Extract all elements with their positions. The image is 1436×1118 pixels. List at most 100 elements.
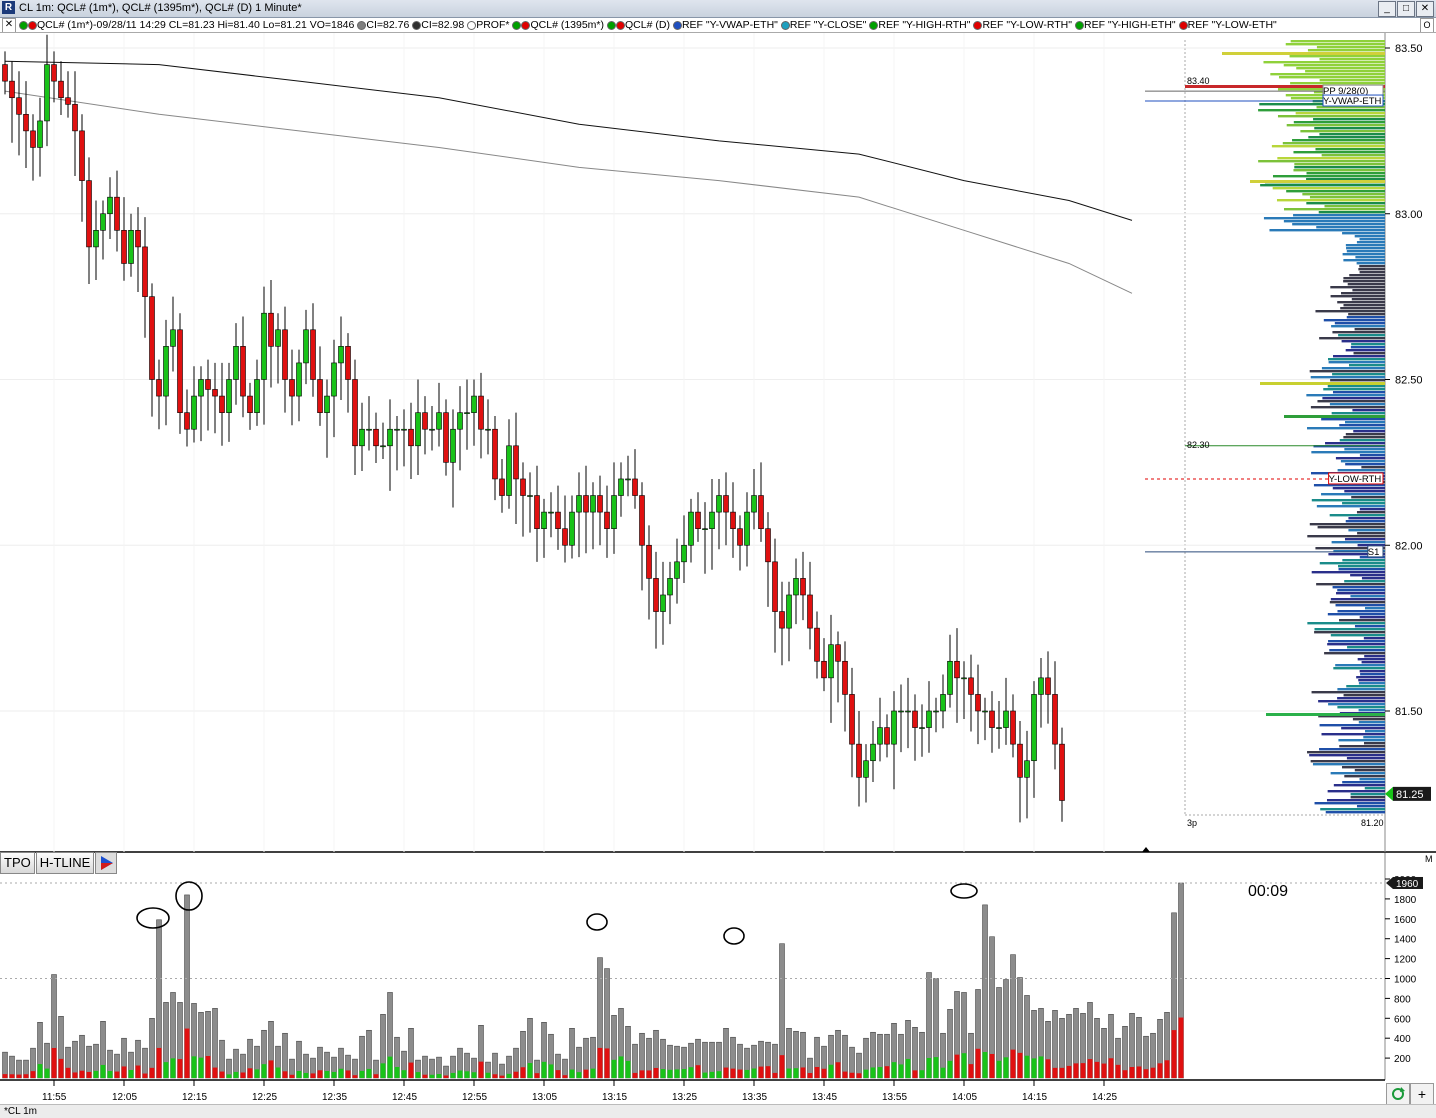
- legend-item[interactable]: QCL# (1395m*): [512, 19, 604, 31]
- volume-split-bar: [527, 1063, 533, 1078]
- volume-split-bar: [681, 1069, 687, 1078]
- play-arrow-icon[interactable]: [95, 852, 118, 874]
- volume-split-bar: [338, 1068, 344, 1078]
- candle-body: [2, 64, 8, 82]
- volume-profile-bar: [1347, 646, 1385, 649]
- ref-label-vwap: Y-VWAP-ETH: [1323, 96, 1382, 107]
- legend-item[interactable]: CI=82.76: [357, 19, 409, 31]
- volume-split-bar: [79, 1070, 85, 1078]
- volume-split-bar: [898, 1064, 904, 1078]
- volume-bar: [758, 1040, 764, 1079]
- candle-body: [149, 296, 155, 380]
- volume-profile-bar: [1327, 385, 1385, 388]
- candle-body: [1031, 694, 1037, 762]
- candle-body: [380, 445, 386, 448]
- volume-profile-bar: [1364, 607, 1385, 610]
- candle-body: [72, 104, 78, 132]
- volume-bar: [702, 1041, 708, 1079]
- volume-bar: [121, 1037, 127, 1079]
- volume-bar: [933, 978, 939, 1079]
- volume-profile-bar: [1327, 643, 1385, 646]
- time-tick-label: 13:35: [742, 1092, 767, 1103]
- volume-bar: [723, 1028, 729, 1079]
- volume-split-bar: [779, 1055, 785, 1078]
- price-chart[interactable]: PP 9/28(0)Y-VWAP-ETH Y-LOW-RTH S1 83.50 83.…: [0, 0, 1436, 1117]
- candle-body: [289, 379, 295, 397]
- volume-profile-bar: [1336, 592, 1385, 595]
- volume-profile-bar: [1284, 415, 1385, 418]
- volume-profile-bar: [1339, 439, 1385, 442]
- volume-profile-bar: [1293, 151, 1385, 154]
- legend-item[interactable]: REF "Y-LOW-ETH": [1178, 19, 1277, 31]
- legend-item[interactable]: REF "Y-HIGH-ETH": [1074, 19, 1176, 31]
- volume-split-bar: [590, 1068, 596, 1078]
- volume-bar: [499, 1063, 505, 1079]
- volume-split-bar: [254, 1069, 260, 1078]
- volume-profile-bar: [1359, 508, 1385, 511]
- close-button[interactable]: ✕: [1416, 1, 1434, 17]
- candle-body: [954, 660, 960, 679]
- volume-profile-bar: [1314, 628, 1385, 631]
- legend-item[interactable]: REF "Y-HIGH-RTH": [869, 19, 970, 31]
- legend-item[interactable]: REF "Y-LOW-RTH": [973, 19, 1072, 31]
- volume-panel-marker[interactable]: M: [1425, 854, 1433, 864]
- legend-color-dot: [780, 20, 790, 30]
- volume-profile-bar: [1258, 160, 1385, 163]
- h-tline-tab[interactable]: H-TLINE: [35, 852, 95, 874]
- volume-profile-bar: [1342, 502, 1385, 505]
- current-price-pointer: [1385, 786, 1393, 801]
- candle-body: [86, 180, 92, 248]
- volume-bar: [443, 1065, 449, 1079]
- volume-bar: [37, 1022, 43, 1079]
- volume-split-bar: [723, 1067, 729, 1078]
- volume-profile-bar: [1316, 226, 1385, 229]
- volume-bar: [919, 1031, 925, 1079]
- volume-split-bar: [702, 1072, 708, 1078]
- legend-text: REF "Y-LOW-ETH": [1187, 19, 1277, 31]
- maximize-button[interactable]: □: [1397, 1, 1415, 17]
- candle-body: [884, 727, 890, 745]
- chart-tab[interactable]: *CL 1m: [4, 1106, 37, 1117]
- volume-profile-bar: [1361, 466, 1385, 469]
- volume-split-bar: [408, 1062, 414, 1078]
- volume-bar: [611, 1015, 617, 1079]
- volume-bar: [807, 1057, 813, 1079]
- volume-bar: [527, 1018, 533, 1079]
- refresh-button[interactable]: [1386, 1083, 1410, 1105]
- legend-options-button[interactable]: O: [1420, 18, 1434, 32]
- volume-split-bar: [793, 1068, 799, 1078]
- close-legend-icon[interactable]: ✕: [2, 18, 16, 32]
- volume-bar: [1150, 1032, 1156, 1079]
- tpo-tab[interactable]: TPO: [0, 852, 35, 874]
- volume-split-bar: [933, 1057, 939, 1078]
- legend-item[interactable]: QCL# (1m*)-09/28/11 14:29 CL=81.23 Hi=81…: [19, 19, 354, 31]
- candle-body: [793, 578, 799, 596]
- volume-bar: [653, 1029, 659, 1079]
- candle-body: [618, 478, 624, 496]
- legend-item[interactable]: PROF*: [467, 19, 509, 31]
- volume-split-bar: [114, 1071, 120, 1078]
- legend-item[interactable]: CI=82.98: [412, 19, 464, 31]
- candle-body: [219, 395, 225, 413]
- ref-label-box: [1322, 94, 1384, 107]
- volume-split-bar: [436, 1074, 442, 1078]
- volume-split-bar: [961, 1053, 967, 1078]
- volume-bar: [310, 1057, 316, 1079]
- add-panel-button[interactable]: +: [1410, 1083, 1434, 1105]
- volume-bar: [247, 1038, 253, 1079]
- volume-split-bar: [65, 1067, 71, 1078]
- volume-tick-label: 1400: [1394, 935, 1417, 946]
- minimize-button[interactable]: _: [1378, 1, 1396, 17]
- volume-profile-bar: [1185, 85, 1385, 88]
- legend-item[interactable]: REF "Y-CLOSE": [780, 19, 866, 31]
- volume-profile-bar: [1350, 793, 1385, 796]
- volume-profile-bar: [1293, 52, 1385, 55]
- volume-split-bar: [310, 1073, 316, 1078]
- legend-item[interactable]: QCL# (D): [607, 19, 670, 31]
- legend-item[interactable]: REF "Y-VWAP-ETH": [672, 19, 778, 31]
- volume-profile-bar: [1316, 505, 1385, 508]
- volume-bar: [58, 1016, 64, 1079]
- candle-body: [296, 362, 302, 397]
- volume-bar: [219, 1039, 225, 1079]
- candle-body: [331, 362, 337, 397]
